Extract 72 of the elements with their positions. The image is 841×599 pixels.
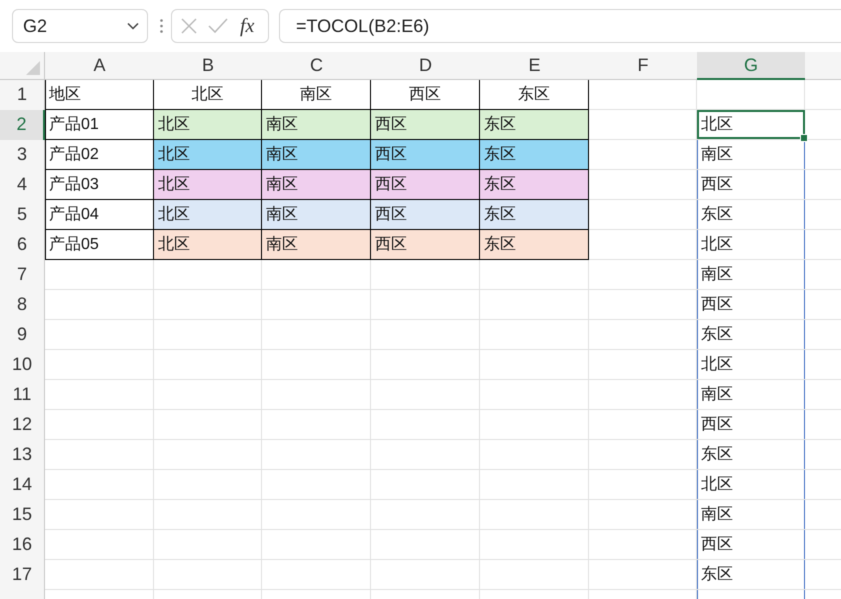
cell: 东区 bbox=[480, 200, 589, 230]
cell[interactable]: 西区 bbox=[697, 530, 805, 560]
row-header[interactable]: 9 bbox=[0, 320, 45, 350]
cell[interactable]: 南区 bbox=[697, 140, 805, 170]
row-header[interactable]: 2 bbox=[0, 110, 45, 140]
more-options-icon[interactable] bbox=[160, 19, 163, 33]
row-header[interactable]: 5 bbox=[0, 200, 45, 230]
cell[interactable]: 西区 bbox=[697, 290, 805, 320]
cell: 西区 bbox=[371, 110, 480, 140]
cell[interactable]: 南区 bbox=[697, 380, 805, 410]
cell: 地区 bbox=[45, 80, 154, 110]
column-header[interactable]: B bbox=[154, 52, 262, 80]
cell[interactable]: 北区 bbox=[697, 350, 805, 380]
cell[interactable]: 南区 bbox=[697, 260, 805, 290]
row-header[interactable]: 17 bbox=[0, 560, 45, 590]
row-header[interactable]: 10 bbox=[0, 350, 45, 380]
cell: 南区 bbox=[262, 200, 371, 230]
cell: 东区 bbox=[480, 170, 589, 200]
row-header[interactable]: 1 bbox=[0, 80, 45, 110]
cell[interactable]: 北区 bbox=[697, 470, 805, 500]
row-header[interactable]: 8 bbox=[0, 290, 45, 320]
row-header[interactable]: 4 bbox=[0, 170, 45, 200]
name-box[interactable]: G2 bbox=[12, 9, 148, 43]
cell: 南区 bbox=[262, 170, 371, 200]
cell[interactable]: 西区 bbox=[697, 410, 805, 440]
cell: 北区 bbox=[154, 170, 262, 200]
cancel-icon[interactable] bbox=[180, 17, 198, 35]
column-header[interactable]: G bbox=[697, 52, 805, 80]
cell: 西区 bbox=[371, 230, 480, 260]
cell[interactable]: 东区 bbox=[697, 320, 805, 350]
column-header[interactable]: A bbox=[45, 52, 154, 80]
insert-function-button[interactable]: fx bbox=[240, 14, 254, 38]
cell[interactable]: 东区 bbox=[697, 200, 805, 230]
row-header[interactable]: 3 bbox=[0, 140, 45, 170]
cell: 东区 bbox=[480, 230, 589, 260]
select-all-icon[interactable] bbox=[26, 61, 40, 75]
column-header[interactable]: E bbox=[480, 52, 589, 80]
row-header[interactable]: 12 bbox=[0, 410, 45, 440]
column-header[interactable]: C bbox=[262, 52, 371, 80]
row-header[interactable]: 16 bbox=[0, 530, 45, 560]
row-header[interactable]: 11 bbox=[0, 380, 45, 410]
cell: 西区 bbox=[371, 140, 480, 170]
cell-reference: G2 bbox=[23, 16, 48, 36]
formula-field[interactable]: =TOCOL(B2:E6) bbox=[279, 9, 841, 43]
cell: 北区 bbox=[154, 230, 262, 260]
cell[interactable]: 西区 bbox=[697, 170, 805, 200]
cell: 南区 bbox=[262, 140, 371, 170]
cell: 北区 bbox=[154, 140, 262, 170]
checkmark-icon[interactable] bbox=[208, 18, 228, 34]
cell: 西区 bbox=[371, 170, 480, 200]
fill-handle[interactable] bbox=[800, 134, 808, 142]
row-header[interactable]: 13 bbox=[0, 440, 45, 470]
cell[interactable]: 南区 bbox=[697, 500, 805, 530]
cell[interactable]: 东区 bbox=[697, 560, 805, 590]
cell: 南区 bbox=[262, 230, 371, 260]
cell[interactable]: 北区 bbox=[697, 110, 805, 140]
row-header[interactable]: 7 bbox=[0, 260, 45, 290]
row-header[interactable]: 14 bbox=[0, 470, 45, 500]
column-header[interactable]: F bbox=[589, 52, 697, 80]
chevron-down-icon[interactable] bbox=[127, 22, 139, 30]
cell: 东区 bbox=[480, 110, 589, 140]
cell: 东区 bbox=[480, 140, 589, 170]
column-header[interactable] bbox=[805, 52, 841, 80]
cell[interactable]: 东区 bbox=[697, 440, 805, 470]
row-header[interactable]: 6 bbox=[0, 230, 45, 260]
cell: 北区 bbox=[154, 110, 262, 140]
row-header[interactable]: 15 bbox=[0, 500, 45, 530]
column-header[interactable]: D bbox=[371, 52, 480, 80]
cell: 南区 bbox=[262, 110, 371, 140]
cell[interactable]: 北区 bbox=[697, 230, 805, 260]
cell: 北区 bbox=[154, 200, 262, 230]
cell: 西区 bbox=[371, 200, 480, 230]
